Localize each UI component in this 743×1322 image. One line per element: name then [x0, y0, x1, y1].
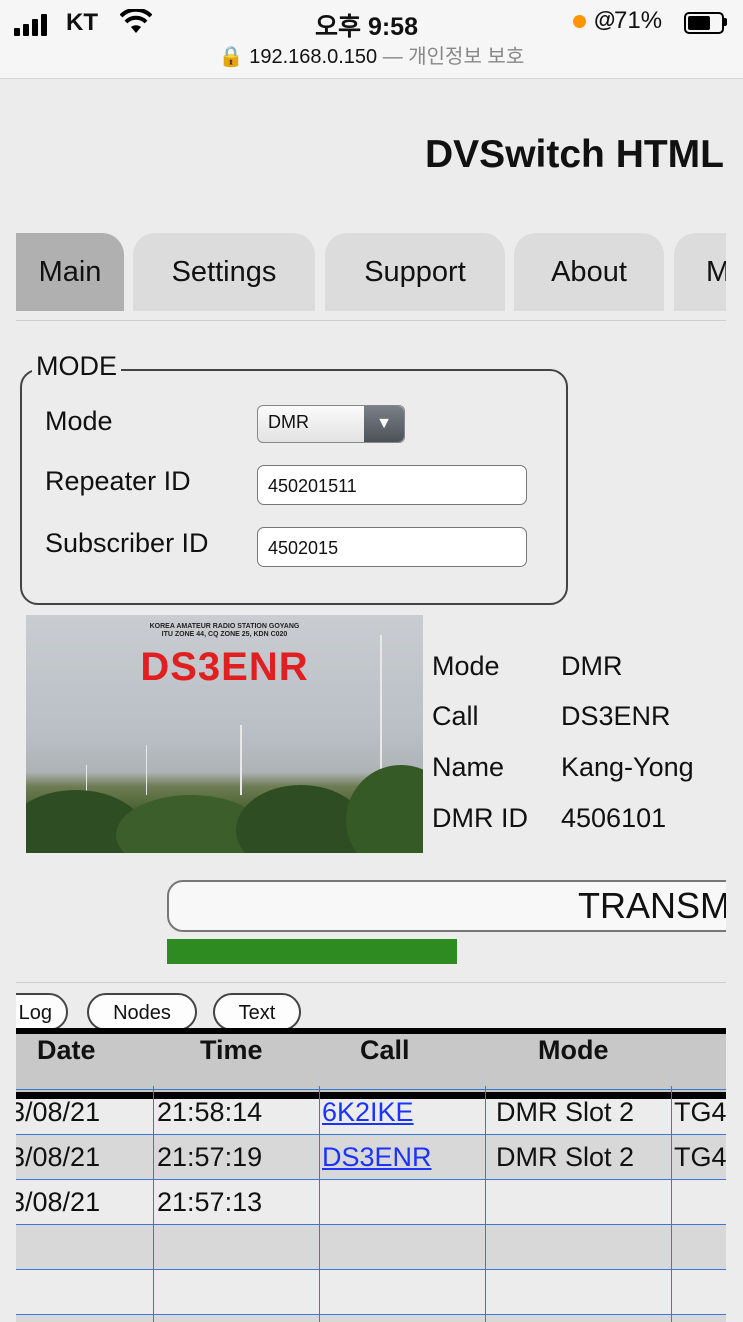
info-mode-label: Mode — [432, 651, 500, 681]
tab-settings[interactable]: Settings — [133, 233, 315, 311]
nodes-button[interactable]: Nodes — [87, 993, 197, 1031]
repeater-id-input[interactable]: 450201511 — [257, 465, 527, 505]
tree-shape — [346, 765, 423, 853]
url-privacy-text: — 개인정보 보호 — [382, 46, 525, 68]
web-page: DVSwitch HTML Main Settings Support Abou… — [16, 79, 726, 1322]
table-cell-mode: DMR Slot 2 — [496, 1142, 635, 1172]
subscriber-id-input[interactable]: 4502015 — [257, 527, 527, 567]
table-cell-date: 3/08/21 — [16, 1142, 101, 1172]
grid-line — [153, 1086, 154, 1322]
mode-label: Mode — [45, 406, 113, 436]
mode-select[interactable]: DMR ▼ — [257, 405, 405, 443]
battery-tip — [724, 18, 727, 26]
table-cell-call[interactable]: DS3ENR — [322, 1142, 432, 1173]
table-cell-mode: DMR Slot 2 — [496, 1097, 635, 1127]
status-bar: KT 오후 9:58 @ 71% 🔒 192.168.0.150 — 개인정보 … — [0, 0, 743, 79]
table-cell-date: 3/08/21 — [16, 1187, 101, 1217]
tab-label: Settings — [171, 256, 277, 288]
table-cell-tg: TG4 — [674, 1142, 726, 1172]
grid-line — [16, 1179, 726, 1180]
mode-legend: MODE — [32, 351, 121, 382]
info-mode-value: DMR — [561, 651, 623, 681]
mic-indicator-dot — [573, 15, 586, 28]
antenna-tower — [146, 745, 147, 795]
battery-percent: 71% — [614, 7, 663, 34]
section-divider — [16, 982, 726, 983]
col-header-time: Time — [200, 1035, 263, 1065]
tab-label: Support — [364, 256, 466, 288]
clock: 오후 9:58 — [315, 13, 418, 41]
grid-line — [485, 1086, 486, 1322]
callsign-link[interactable]: 6K2IKE — [322, 1097, 414, 1127]
grid-line — [16, 1269, 726, 1270]
grid-line — [319, 1086, 320, 1322]
table-cell-tg: TG4 — [674, 1097, 726, 1127]
table-cell-time: 21:57:13 — [157, 1187, 263, 1217]
col-header-mode: Mode — [538, 1035, 609, 1065]
transmit-status-text: TRANSMIT — [578, 885, 726, 926]
log-button[interactable]: Log — [16, 993, 68, 1031]
tab-main[interactable]: Main — [16, 233, 124, 311]
qsl-header-line2: ITU ZONE 44, CQ ZONE 25, KDN C020 — [161, 631, 288, 638]
table-row-stripe — [16, 1314, 726, 1322]
table-row-stripe — [16, 1224, 726, 1269]
tab-macros[interactable]: Macros — [674, 233, 726, 311]
col-header-call: Call — [360, 1035, 410, 1065]
table-cell-call[interactable]: 6K2IKE — [322, 1097, 414, 1128]
qsl-callsign: DS3ENR — [140, 645, 309, 689]
tab-support[interactable]: Support — [325, 233, 505, 311]
orientation-lock-icon: @ — [594, 7, 616, 32]
info-dmrid-label: DMR ID — [432, 803, 528, 833]
battery-icon — [684, 12, 724, 34]
info-call-value: DS3ENR — [561, 701, 671, 731]
tab-label: About — [551, 256, 627, 288]
grid-line — [16, 1314, 726, 1315]
table-cell-time: 21:58:14 — [157, 1097, 263, 1127]
tabs-divider — [16, 320, 726, 321]
info-dmrid-value: 4506101 — [561, 803, 667, 833]
grid-line — [16, 1224, 726, 1225]
info-name-value: Kang-Yong — [561, 752, 694, 782]
wifi-icon — [119, 7, 153, 35]
grid-line — [16, 1134, 726, 1135]
table-cell-date: 3/08/21 — [16, 1097, 101, 1127]
chevron-down-icon: ▼ — [364, 406, 404, 442]
lock-icon: 🔒 — [218, 46, 244, 68]
mode-select-value: DMR — [268, 412, 309, 432]
info-call-label: Call — [432, 701, 479, 731]
cell-signal-icon — [14, 14, 66, 36]
qsl-header-line1: KOREA AMATEUR RADIO STATION GOYANG — [149, 623, 300, 630]
grid-line — [16, 1089, 726, 1090]
transmit-progress-bar — [167, 939, 457, 964]
col-header-date: Date — [37, 1035, 96, 1065]
text-button[interactable]: Text — [213, 993, 301, 1031]
tab-about[interactable]: About — [514, 233, 664, 311]
subscriber-id-label: Subscriber ID — [45, 528, 209, 558]
antenna-tower — [240, 725, 242, 795]
carrier-name: KT — [66, 9, 98, 36]
url-text: 192.168.0.150 — [249, 46, 378, 68]
tab-label: Main — [38, 256, 102, 288]
info-name-label: Name — [432, 752, 505, 782]
qsl-card-image: KOREA AMATEUR RADIO STATION GOYANG ITU Z… — [26, 615, 423, 853]
tab-label: Macros — [706, 256, 726, 288]
callsign-link[interactable]: DS3ENR — [322, 1142, 432, 1172]
table-cell-time: 21:57:19 — [157, 1142, 263, 1172]
grid-line — [671, 1086, 672, 1322]
repeater-id-label: Repeater ID — [45, 466, 191, 496]
page-title: DVSwitch HTML — [425, 133, 724, 176]
url-bar[interactable]: 🔒 192.168.0.150 — 개인정보 보호 — [0, 40, 743, 69]
